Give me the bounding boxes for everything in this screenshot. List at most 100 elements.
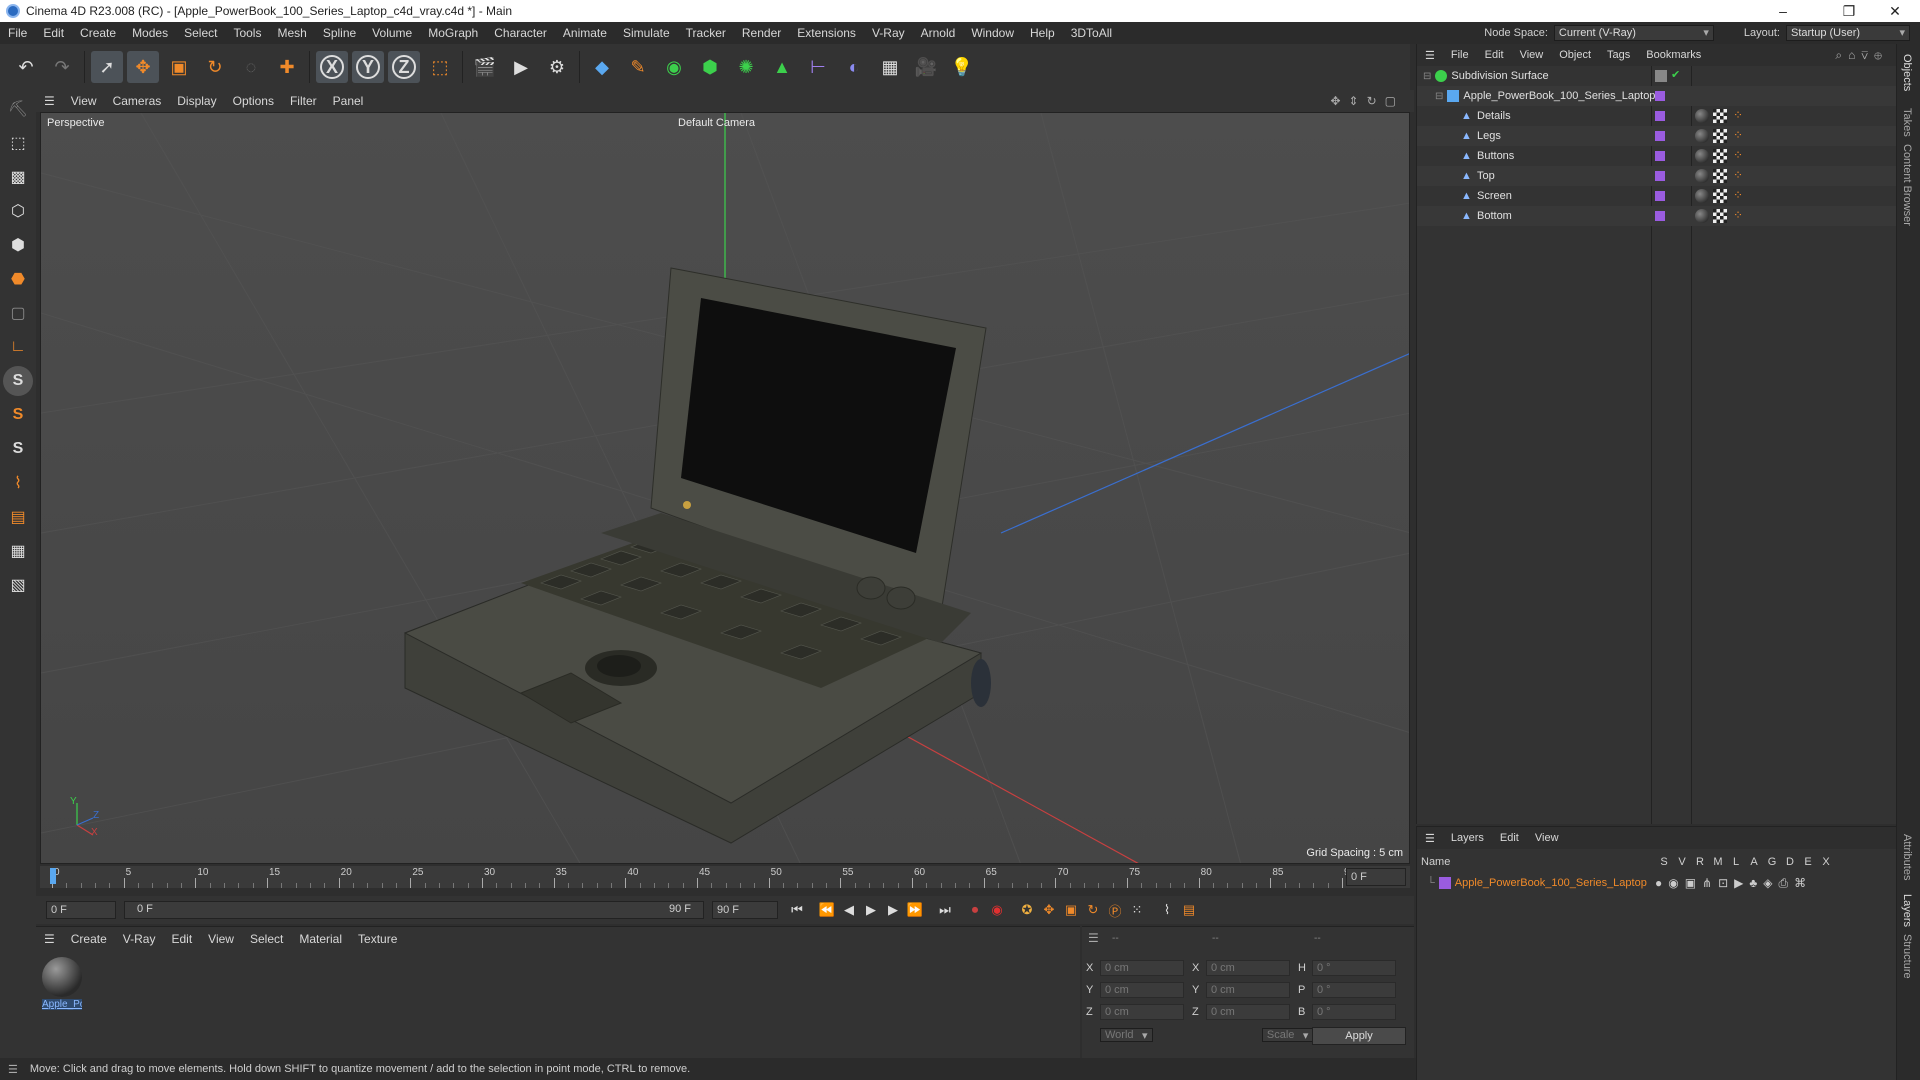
menu-render[interactable]: Render [734, 26, 789, 40]
object-row-legs[interactable]: ▲ Legs ⁘ [1417, 126, 1897, 146]
menu-tracker[interactable]: Tracker [678, 26, 734, 40]
texture-mode-icon[interactable]: ▩ [3, 162, 33, 192]
viewport-menu-cameras[interactable]: Cameras [105, 94, 170, 108]
layer-color-icon[interactable] [1438, 877, 1451, 889]
uvw-tag-icon[interactable] [1713, 149, 1727, 163]
object-menu-bookmarks[interactable]: Bookmarks [1638, 49, 1709, 61]
rotate-icon[interactable]: ↻ [199, 51, 231, 83]
size-y-field[interactable]: 0 cm [1206, 982, 1290, 998]
layer-color-icon[interactable] [1655, 211, 1665, 221]
viewport-menu-display[interactable]: Display [169, 94, 224, 108]
material-tag-icon[interactable] [1695, 169, 1709, 183]
object-search-icons[interactable]: ⌕⌂⊽⊕ [1835, 48, 1888, 63]
y-axis-icon[interactable]: Y [352, 51, 384, 83]
timeline-layout-icon[interactable]: ▤ [1178, 899, 1200, 921]
tab-structure[interactable]: Structure [1901, 934, 1913, 979]
position-z-field[interactable]: 0 cm [1100, 1004, 1184, 1020]
quantize-icon[interactable]: S [3, 434, 33, 464]
cube-icon[interactable]: ◆ [586, 51, 618, 83]
undo-icon[interactable]: ↶ [10, 51, 42, 83]
material-thumbnail[interactable]: Apple_Po [42, 957, 82, 1013]
flag-manager[interactable]: M [1709, 856, 1727, 868]
go-to-start-icon[interactable]: ⏮ [786, 899, 808, 921]
menu-edit[interactable]: Edit [35, 26, 72, 40]
key-position-icon[interactable]: ✥ [1038, 899, 1060, 921]
menu-simulate[interactable]: Simulate [615, 26, 678, 40]
material-menu-material[interactable]: Material [291, 932, 350, 946]
flag-generators[interactable]: G [1763, 856, 1781, 868]
move-icon[interactable]: ✥ [127, 51, 159, 83]
next-frame-icon[interactable]: ▶ [882, 899, 904, 921]
object-row-top[interactable]: ▲ Top ⁘ [1417, 166, 1897, 186]
layer-row[interactable]: └ Apple_PowerBook_100_Series_Laptop ●◉▣⋔… [1417, 873, 1897, 893]
timeline-frame-field[interactable]: 0 F [1346, 868, 1406, 886]
menu-spline[interactable]: Spline [315, 26, 364, 40]
material-menu-edit[interactable]: Edit [163, 932, 200, 946]
previous-key-icon[interactable]: ⏪ [816, 899, 838, 921]
object-row-laptop[interactable]: ⊟ Apple_PowerBook_100_Series_Laptop [1417, 86, 1897, 106]
menu-modes[interactable]: Modes [124, 26, 176, 40]
pen-icon[interactable]: ✎ [622, 51, 654, 83]
vray-tag-icon[interactable]: ⁘ [1733, 108, 1743, 122]
scale-icon[interactable]: ▣ [163, 51, 195, 83]
collapse-icon[interactable]: ⊟ [1435, 91, 1443, 102]
current-frame-field[interactable]: 0 F [46, 901, 116, 919]
render-settings-icon[interactable]: ⚙ [541, 51, 573, 83]
mograph-icon[interactable]: ▲ [766, 51, 798, 83]
layer-menu-edit[interactable]: Edit [1492, 832, 1527, 844]
viewport-menu-options[interactable]: Options [225, 94, 282, 108]
viewport-menu-panel[interactable]: Panel [325, 94, 372, 108]
object-menu-tags[interactable]: Tags [1599, 49, 1638, 61]
snap-settings-icon[interactable]: S [3, 400, 33, 430]
viewport-menu-filter[interactable]: Filter [282, 94, 325, 108]
key-pla-icon[interactable]: ⁙ [1126, 899, 1148, 921]
material-tag-icon[interactable] [1695, 149, 1709, 163]
size-mode-dropdown[interactable]: Scale [1261, 1028, 1314, 1042]
snap-icon[interactable]: S [3, 366, 33, 396]
apply-button[interactable]: Apply [1312, 1027, 1406, 1045]
material-tag-icon[interactable] [1695, 109, 1709, 123]
collapse-icon[interactable]: ⊟ [1423, 71, 1431, 82]
model-mode-icon[interactable]: ⬚ [3, 128, 33, 158]
flag-locked[interactable]: L [1727, 856, 1745, 868]
layer-flag-icons[interactable]: ●◉▣⋔⊡▶♣◈⎙⌘ [1655, 876, 1812, 891]
field-icon[interactable]: ◐ [838, 51, 870, 83]
uvw-tag-icon[interactable] [1713, 169, 1727, 183]
edge-mode-icon[interactable]: ⬢ [3, 230, 33, 260]
object-menu-file[interactable]: File [1443, 49, 1477, 61]
extrude-icon[interactable]: ⬢ [694, 51, 726, 83]
layer-menu-view[interactable]: View [1527, 832, 1567, 844]
layer-color-icon[interactable] [1655, 191, 1665, 201]
max-frame-field[interactable]: 90 F [712, 901, 778, 919]
menu-vray[interactable]: V-Ray [864, 26, 913, 40]
vray-tag-icon[interactable]: ⁘ [1733, 188, 1743, 202]
create-icon[interactable]: ✚ [271, 51, 303, 83]
layer-color-icon[interactable] [1655, 111, 1665, 121]
tab-attributes[interactable]: Attributes [1901, 834, 1913, 880]
grid-icon[interactable]: ▦ [3, 536, 33, 566]
timeline-ruler[interactable]: 051015202530354045505560657075808590 0 F [40, 866, 1410, 888]
material-tag-icon[interactable] [1695, 129, 1709, 143]
menu-3dtoall[interactable]: 3DToAll [1063, 26, 1120, 40]
object-row-subdivision[interactable]: ⊟ Subdivision Surface ✔ [1417, 66, 1897, 86]
material-tag-icon[interactable] [1695, 189, 1709, 203]
menu-file[interactable]: File [0, 26, 35, 40]
cloner-icon[interactable]: ✺ [730, 51, 762, 83]
motion-path-icon[interactable]: ⌇ [1156, 899, 1178, 921]
camera-label[interactable]: Default Camera [678, 117, 755, 129]
layer-menu-layers[interactable]: Layers [1443, 832, 1492, 844]
vray-tag-icon[interactable]: ⁘ [1733, 168, 1743, 182]
menu-mograph[interactable]: MoGraph [420, 26, 486, 40]
tab-objects[interactable]: Objects [1901, 54, 1913, 91]
flag-view[interactable]: V [1673, 856, 1691, 868]
light-icon[interactable]: 💡 [946, 51, 978, 83]
object-menu-view[interactable]: View [1512, 49, 1552, 61]
object-menu-edit[interactable]: Edit [1477, 49, 1512, 61]
workplane-icon[interactable]: ▤ [3, 502, 33, 532]
3d-viewport[interactable]: Perspective Default Camera Grid Spacing … [40, 112, 1410, 864]
object-menu-object[interactable]: Object [1551, 49, 1599, 61]
viewport-nav-icons[interactable]: ✥⇕↻▢ [1330, 94, 1404, 108]
coord-system-dropdown[interactable]: World [1100, 1028, 1153, 1042]
material-menu-view[interactable]: View [200, 932, 242, 946]
hamburger-icon[interactable]: ☰ [8, 1063, 18, 1076]
